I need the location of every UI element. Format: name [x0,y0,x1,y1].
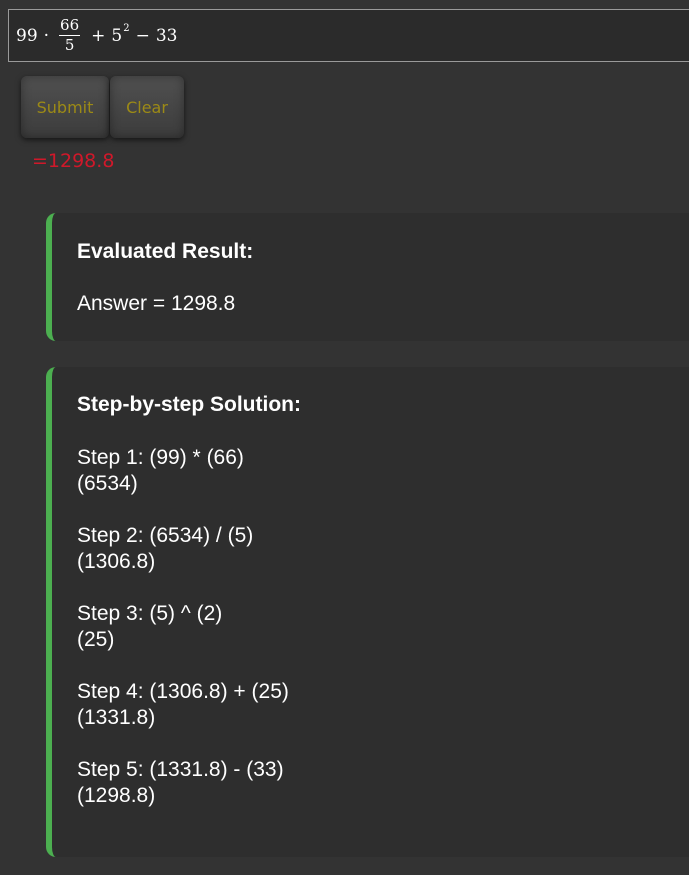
step-value: (1331.8) [77,706,156,729]
answer-text: Answer = 1298.8 [77,292,236,315]
step-item: Step 1: (99) * (66) (6534) [77,445,289,523]
power-base: 5 [111,25,123,46]
operand-33: 33 [155,25,178,46]
clear-button[interactable]: Clear [110,76,184,138]
step-expression: Step 5: (1331.8) - (33) [77,758,284,781]
operand-99: 99 [16,25,38,46]
fraction-denominator: 5 [64,36,75,54]
fraction-numerator: 66 [59,16,81,36]
submit-button[interactable]: Submit [21,76,109,138]
math-expression-input[interactable]: 99 · 66 5 + 52 − 33 [8,9,689,62]
evaluated-result-card: Evaluated Result: Answer = 1298.8 [46,213,689,341]
solution-steps-card: Step-by-step Solution: Step 1: (99) * (6… [46,367,689,857]
step-value: (1298.8) [77,784,156,807]
step-value: (6534) [77,472,138,495]
step-expression: Step 1: (99) * (66) [77,446,244,469]
step-item: Step 3: (5) ^ (2) (25) [77,601,289,679]
step-value: (25) [77,628,115,651]
step-expression: Step 2: (6534) / (5) [77,524,254,547]
step-item: Step 4: (1306.8) + (25) (1331.8) [77,679,289,757]
evaluated-result-heading: Evaluated Result: [77,240,254,263]
steps-list: Step 1: (99) * (66) (6534) Step 2: (6534… [77,445,289,835]
inline-result: =1298.8 [32,150,115,172]
multiply-dot: · [43,25,50,46]
step-item: Step 5: (1331.8) - (33) (1298.8) [77,757,289,835]
step-item: Step 2: (6534) / (5) (1306.8) [77,523,289,601]
step-expression: Step 4: (1306.8) + (25) [77,680,289,703]
fraction: 66 5 [59,16,81,54]
minus-operator: − [135,25,150,46]
solution-heading: Step-by-step Solution: [77,393,301,416]
step-expression: Step 3: (5) ^ (2) [77,602,223,625]
plus-operator: + [91,25,106,46]
step-value: (1306.8) [77,550,156,573]
power-exponent: 2 [123,23,130,34]
